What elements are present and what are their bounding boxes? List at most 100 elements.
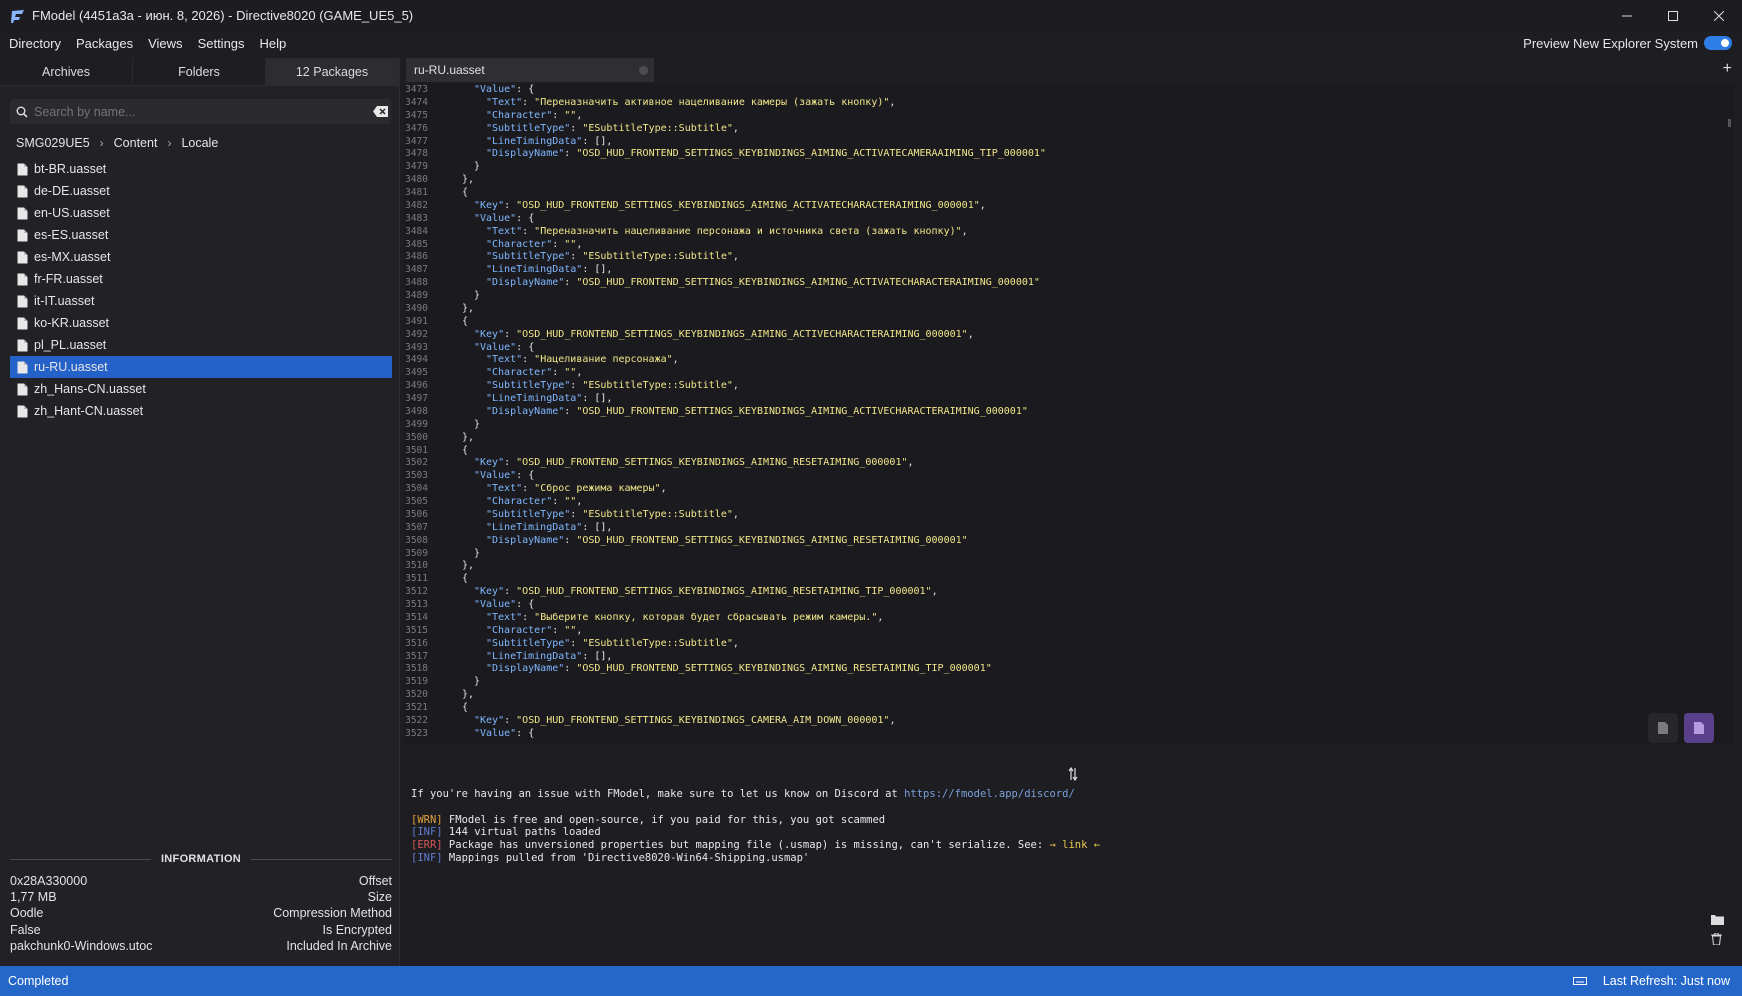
close-button[interactable] [1696, 0, 1742, 31]
image-view-button[interactable] [1684, 713, 1714, 743]
breadcrumb-item[interactable]: Content [114, 136, 158, 150]
file-name: pl_PL.uasset [34, 338, 107, 352]
scrollbar-thumb[interactable] [1728, 119, 1731, 127]
file-name: de-DE.uasset [34, 184, 110, 198]
trash-icon[interactable] [1711, 933, 1722, 945]
file-item[interactable]: es-ES.uasset [10, 224, 392, 246]
close-tab-icon[interactable] [639, 66, 648, 75]
document-view-button[interactable] [1648, 713, 1678, 743]
info-value: pakchunk0-Windows.utoc [10, 938, 153, 953]
preview-explorer-toggle[interactable]: Preview New Explorer System [1523, 31, 1732, 55]
code-text: } [474, 547, 481, 559]
search-input[interactable] [34, 104, 369, 119]
info-value: 0x28A330000 [10, 874, 88, 888]
menu-settings[interactable]: Settings [193, 36, 250, 51]
code-line: 3511 { [404, 573, 1734, 586]
line-number: 3495 [405, 367, 428, 379]
code-text: "DisplayName": "OSD_HUD_FRONTEND_SETTING… [486, 405, 1028, 417]
line-number: 3491 [405, 315, 428, 327]
file-item[interactable]: zh_Hans-CN.uasset [10, 378, 392, 400]
line-number: 3475 [405, 109, 428, 121]
code-text: "Character": "", [486, 496, 583, 507]
line-number: 3511 [405, 573, 428, 585]
add-tab-icon[interactable]: + [1723, 60, 1732, 78]
line-number: 3501 [405, 444, 428, 456]
file-icon [17, 383, 28, 395]
document-tab[interactable]: ru-RU.uasset [406, 58, 654, 82]
code-line: 3492 "Key": "OSD_HUD_FRONTEND_SETTINGS_KE… [404, 329, 1734, 342]
code-text: "Text": "Переназначить активное нацелива… [486, 96, 896, 108]
console-intro: If you're having an issue with FModel, m… [411, 788, 1075, 800]
clear-search-icon[interactable] [369, 106, 391, 117]
info-row: 1,77 MB Size [10, 890, 392, 906]
discord-link[interactable]: https://fmodel.app/discord/ [904, 788, 1075, 800]
code-text: "Character": "", [486, 109, 583, 121]
open-folder-icon[interactable] [1711, 914, 1724, 925]
code-text: "Value": { [474, 470, 535, 482]
line-number: 3478 [405, 148, 428, 160]
code-line: 3473 "Value": { [404, 84, 1734, 97]
file-item[interactable]: en-US.uasset [10, 202, 392, 224]
file-item[interactable]: ru-RU.uasset [10, 356, 392, 378]
info-value: 1,77 MB [10, 890, 57, 905]
file-item[interactable]: de-DE.uasset [10, 180, 392, 202]
breadcrumb-item[interactable]: SMG029UE5 [16, 136, 90, 150]
tab-archives[interactable]: Archives [0, 58, 133, 85]
code-line: 3514 "Text": "Выберите кнопку, которая бу… [404, 612, 1734, 625]
file-item[interactable]: fr-FR.uasset [10, 268, 392, 290]
code-line: 3489} [404, 290, 1734, 303]
code-line: 3516 "SubtitleType": "ESubtitleType::Subt… [404, 638, 1734, 651]
maximize-button[interactable] [1650, 0, 1696, 31]
panel-splitter[interactable] [404, 760, 1742, 788]
breadcrumb-item[interactable]: Locale [181, 136, 218, 150]
line-number: 3490 [405, 302, 428, 314]
file-item[interactable]: bt-BR.uasset [10, 158, 392, 180]
file-item[interactable]: ko-KR.uasset [10, 312, 392, 334]
console-actions [1711, 914, 1724, 945]
file-item[interactable]: es-MX.uasset [10, 246, 392, 268]
line-number: 3482 [405, 199, 428, 211]
minimize-button[interactable] [1604, 0, 1650, 31]
tab-folders[interactable]: Folders [133, 58, 266, 85]
code-text: }, [462, 689, 475, 701]
line-number: 3479 [405, 161, 428, 173]
file-name: es-ES.uasset [34, 228, 109, 242]
info-label: Offset [358, 874, 392, 888]
file-item[interactable]: it-IT.uasset [10, 290, 392, 312]
code-text: "SubtitleType": "ESubtitleType::Subtitle… [486, 122, 739, 134]
menu-help[interactable]: Help [255, 36, 292, 51]
code-text: "Text": "Сброс режима камеры", [486, 483, 667, 495]
line-number: 3497 [405, 393, 428, 404]
code-text: "Character": "", [486, 367, 583, 379]
line-number: 3485 [405, 238, 428, 250]
code-line: 3477 "LineTimingData": [], [404, 136, 1734, 149]
file-name: zh_Hans-CN.uasset [34, 382, 146, 396]
log-console[interactable]: If you're having an issue with FModel, m… [404, 788, 1734, 966]
menu-views[interactable]: Views [143, 36, 187, 51]
file-icon [17, 207, 28, 219]
chevron-right-icon: › [99, 136, 104, 150]
file-item[interactable]: zh_Hant-CN.uasset [10, 400, 392, 422]
code-text: "Character": "", [486, 238, 583, 250]
menu-directory[interactable]: Directory [4, 36, 66, 51]
info-row: pakchunk0-Windows.utoc Included In Archiv… [10, 939, 392, 955]
file-name: es-MX.uasset [34, 250, 111, 264]
code-line: 3519} [404, 676, 1734, 689]
keyboard-icon[interactable] [1572, 976, 1587, 986]
line-number: 3514 [405, 611, 428, 623]
log-level: [WRN] [411, 813, 443, 826]
json-viewer[interactable]: 3473 "Value": {3474 "Text": "Переназначить… [404, 84, 1734, 744]
tab-packages[interactable]: 12 Packages [266, 58, 399, 85]
log-link[interactable]: → link ← [1049, 839, 1100, 851]
line-number: 3508 [405, 534, 428, 546]
swap-vertical-icon [1068, 767, 1078, 781]
line-number: 3509 [405, 547, 428, 559]
code-text: "Text": "Переназначить нацеливание персо… [486, 225, 968, 237]
info-row: Oodle Compression Method [10, 906, 392, 922]
file-item[interactable]: pl_PL.uasset [10, 334, 392, 356]
code-text: }, [462, 431, 475, 443]
menu-packages[interactable]: Packages [71, 36, 138, 51]
line-number: 3499 [405, 418, 428, 430]
toggle-switch[interactable] [1704, 36, 1732, 50]
left-panel: Archives Folders 12 Packages SMG029UE5 ›… [0, 58, 400, 966]
